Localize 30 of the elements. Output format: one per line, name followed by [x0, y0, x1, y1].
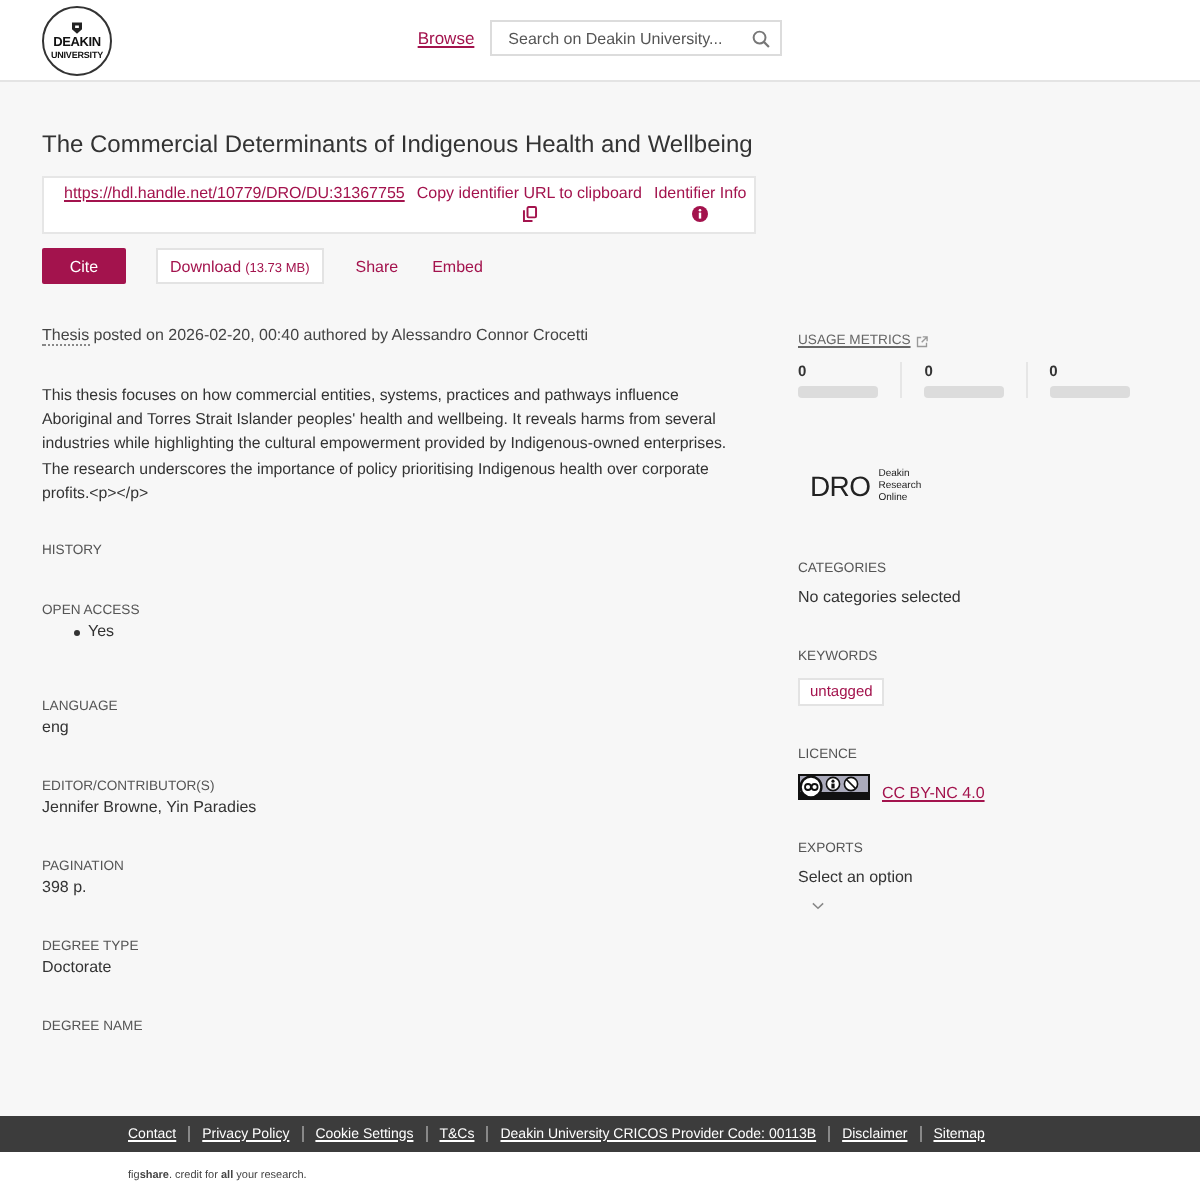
info-icon [692, 206, 709, 222]
copy-identifier-button[interactable]: Copy identifier URL to clipboard [416, 182, 642, 222]
section-value: Jennifer Browne, Yin Paradies [42, 798, 257, 819]
section-value: 398 p. [42, 878, 87, 899]
bullet-icon [74, 629, 80, 636]
license-badge-icon [798, 774, 870, 800]
copy-icon [521, 206, 538, 222]
list-item-text: Yes [88, 622, 115, 643]
metric-placeholder-bar [798, 386, 878, 398]
page-title: The Commercial Determinants of Indigenous Health and Wellbeing [42, 128, 753, 160]
export-select[interactable]: Select an option [798, 868, 913, 910]
section-value: Doctorate [42, 958, 112, 979]
section-value: No categories selected [798, 588, 961, 608]
search-field[interactable]: Search on Deakin University... [490, 20, 783, 56]
identifier-info-button[interactable]: Identifier Info [654, 182, 747, 222]
search-icon[interactable] [752, 29, 771, 47]
share-button[interactable]: Share [353, 248, 401, 284]
external-link-icon [916, 336, 929, 348]
posted-info: Thesis posted on 2026-02-20, 00:40 authored by Alessandro Connor Crocetti [42, 324, 589, 348]
metric-placeholder-bar [924, 386, 1005, 398]
licence-link[interactable]: CC BY-NC 4.0 [882, 784, 985, 804]
section-value: eng [42, 718, 69, 739]
identifier-link[interactable]: https://hdl.handle.net/10779/DRO/DU:31367755 [64, 182, 405, 204]
shield-icon [72, 21, 82, 33]
browse-link[interactable]: Browse [417, 28, 475, 48]
metric-placeholder-bar [1049, 386, 1130, 398]
embed-button[interactable]: Embed [430, 248, 485, 284]
chevron-down-icon [812, 902, 824, 910]
repository-logo-mark: DRO [810, 469, 871, 501]
cite-button[interactable]: Cite [42, 248, 126, 284]
